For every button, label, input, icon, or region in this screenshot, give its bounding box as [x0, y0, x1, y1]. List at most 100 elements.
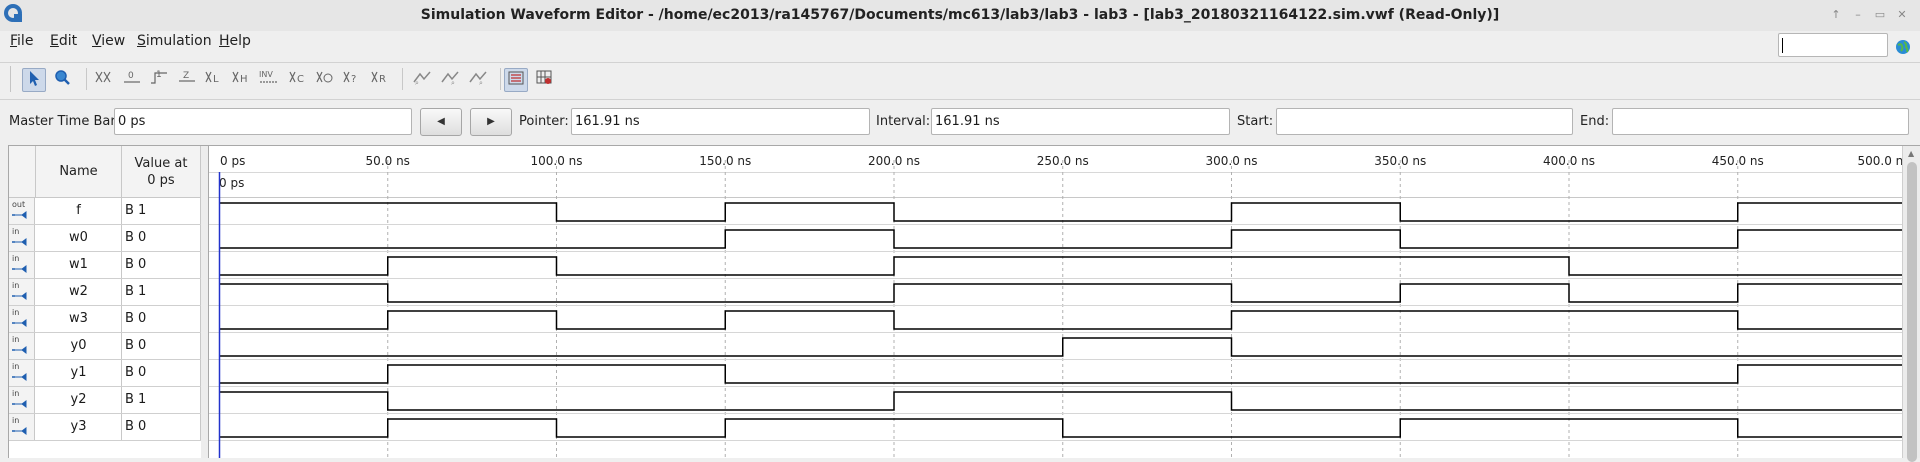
start-field[interactable]: [1276, 108, 1573, 135]
window-title: Simulation Waveform Editor - /home/ec201…: [420, 7, 1500, 23]
master-time-bar-label: Master Time Bar:: [9, 114, 120, 129]
arbitrary-value-icon[interactable]: R: [368, 68, 392, 92]
signal-row-y1[interactable]: in y1 B 0: [9, 360, 201, 387]
signal-row-y3[interactable]: in y3 B 0: [9, 414, 201, 441]
vertical-scrollbar[interactable]: ▲: [1902, 146, 1920, 462]
arrow-left-icon: ◀: [437, 116, 445, 127]
interval-label: Interval:: [876, 114, 931, 129]
svg-text:in: in: [12, 362, 19, 371]
signal-row-w1[interactable]: in w1 B 0: [9, 252, 201, 279]
menu-view[interactable]: View: [92, 33, 125, 49]
signal-row-f[interactable]: out f B 1: [9, 198, 201, 225]
signal-row-y0[interactable]: in y0 B 0: [9, 333, 201, 360]
waveform-w3[interactable]: [219, 310, 1902, 330]
waveform-y2[interactable]: [219, 391, 1902, 411]
waveform-f[interactable]: [219, 202, 1902, 222]
pointer-label: Pointer:: [519, 114, 569, 129]
svg-text:?: ?: [351, 74, 356, 85]
force-unknown-icon[interactable]: [92, 68, 116, 92]
select-arrow-icon[interactable]: [22, 68, 46, 92]
signal-value: B 0: [122, 414, 201, 440]
keep-above-button[interactable]: ↑: [1826, 7, 1846, 23]
menu-separator: [0, 62, 1920, 63]
toolbar-grip: [10, 66, 13, 92]
toolbar-separator: [402, 68, 403, 90]
maximize-button[interactable]: ▭: [1870, 7, 1890, 23]
svg-text:INV: INV: [259, 70, 273, 79]
signal-row-w3[interactable]: in w3 B 0: [9, 306, 201, 333]
menu-edit[interactable]: Edit: [50, 33, 77, 49]
signal-row-w2[interactable]: in w2 B 1: [9, 279, 201, 306]
input-pin-icon: in: [9, 387, 35, 413]
run-functional-icon[interactable]: ⌕: [410, 68, 434, 92]
prev-transition-button[interactable]: ◀: [420, 108, 462, 136]
random-value-icon[interactable]: ?: [340, 68, 364, 92]
force-weak-high-icon[interactable]: H: [229, 68, 253, 92]
signal-value: B 1: [122, 279, 201, 305]
master-time-bar-field[interactable]: 0 ps: [114, 108, 412, 135]
globe-icon[interactable]: [1895, 39, 1911, 55]
zoom-icon[interactable]: [50, 68, 74, 92]
input-pin-icon: in: [9, 360, 35, 386]
title-bar: Simulation Waveform Editor - /home/ec201…: [0, 0, 1920, 31]
quick-search-input[interactable]: [1778, 33, 1888, 57]
window-controls: ↑ – ▭ ✕: [1826, 7, 1912, 23]
end-field[interactable]: [1612, 108, 1909, 135]
signal-row-y2[interactable]: in y2 B 1: [9, 387, 201, 414]
name-column-header[interactable]: Name: [36, 146, 122, 198]
run-timing-icon[interactable]: ⌕: [438, 68, 462, 92]
next-transition-button[interactable]: ▶: [470, 108, 512, 136]
interval-field[interactable]: 161.91 ns: [931, 108, 1230, 135]
invert-icon[interactable]: INV: [257, 68, 281, 92]
force-weak-low-icon[interactable]: L: [202, 68, 226, 92]
value-header-line2: 0 ps: [147, 173, 175, 188]
signal-value: B 1: [122, 198, 201, 224]
svg-text:0: 0: [128, 71, 134, 81]
time-tick-label: 450.0 ns: [1712, 154, 1764, 168]
splitter[interactable]: [201, 146, 209, 458]
snap-grid-icon[interactable]: [504, 68, 528, 92]
grid-settings-icon[interactable]: [532, 68, 556, 92]
toolbar: 0 1 Z L H INV C ? R ⌕ ⌕ ⌕: [0, 66, 1920, 96]
signal-value: B 0: [122, 333, 201, 359]
menu-help[interactable]: Help: [219, 33, 251, 49]
time-tick-label: 0 ps: [220, 154, 245, 168]
clock-icon[interactable]: [313, 68, 337, 92]
svg-text:in: in: [12, 416, 19, 425]
svg-text:L: L: [213, 74, 219, 85]
count-value-icon[interactable]: C: [286, 68, 310, 92]
waveform-w0[interactable]: [219, 229, 1902, 249]
icon-column-header: [9, 146, 36, 198]
value-column-header[interactable]: Value at 0 ps: [122, 146, 201, 198]
signal-row-w0[interactable]: in w0 B 0: [9, 225, 201, 252]
time-bar: Master Time Bar: 0 ps ◀ ▶ Pointer: 161.9…: [0, 107, 1920, 137]
output-pin-icon: out: [9, 198, 35, 224]
scrollbar-thumb[interactable]: [1907, 162, 1917, 462]
waveform-y1[interactable]: [219, 364, 1902, 384]
signal-value: B 1: [122, 387, 201, 413]
waveform-y0[interactable]: [219, 337, 1902, 357]
signal-name: y1: [36, 360, 122, 386]
waveform-y3[interactable]: [219, 418, 1902, 438]
toolbar-separator: [500, 68, 501, 90]
force-low-icon[interactable]: 0: [120, 68, 144, 92]
scroll-up-icon[interactable]: ▲: [1908, 149, 1914, 158]
menu-file[interactable]: File: [10, 33, 33, 49]
force-z-icon[interactable]: Z: [175, 68, 199, 92]
waveform-area[interactable]: 0 ps 50.0 ns 100.0 ns 150.0 ns 200.0 ns 250.0…: [209, 146, 1902, 458]
pointer-field[interactable]: 161.91 ns: [571, 108, 870, 135]
signal-name: y0: [36, 333, 122, 359]
time-tick-label: 100.0 ns: [530, 154, 582, 168]
minimize-button[interactable]: –: [1848, 7, 1868, 23]
menu-simulation[interactable]: Simulation: [137, 33, 212, 49]
waveform-w2[interactable]: [219, 283, 1902, 303]
svg-text:in: in: [12, 227, 19, 236]
close-button[interactable]: ✕: [1892, 7, 1912, 23]
run-timing-netlist-icon[interactable]: ⌕: [466, 68, 490, 92]
waveform-w1[interactable]: [219, 256, 1902, 276]
force-high-icon[interactable]: 1: [147, 68, 171, 92]
toolbar-separator: [86, 68, 87, 90]
time-tick-label: 250.0 ns: [1037, 154, 1089, 168]
svg-text:1: 1: [156, 70, 162, 80]
time-tick-label: 500.0 ns: [1857, 154, 1902, 168]
